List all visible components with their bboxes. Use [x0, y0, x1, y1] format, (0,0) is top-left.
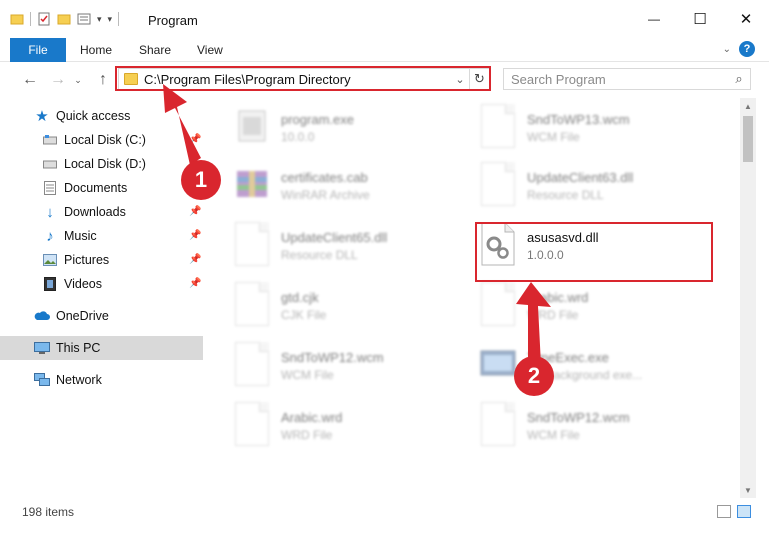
arrow-2: [516, 282, 551, 365]
callout-1: 1: [181, 160, 221, 200]
annotation-arrows: [163, 84, 551, 365]
callout-2: 2: [514, 356, 554, 396]
arrow-1: [163, 84, 201, 165]
